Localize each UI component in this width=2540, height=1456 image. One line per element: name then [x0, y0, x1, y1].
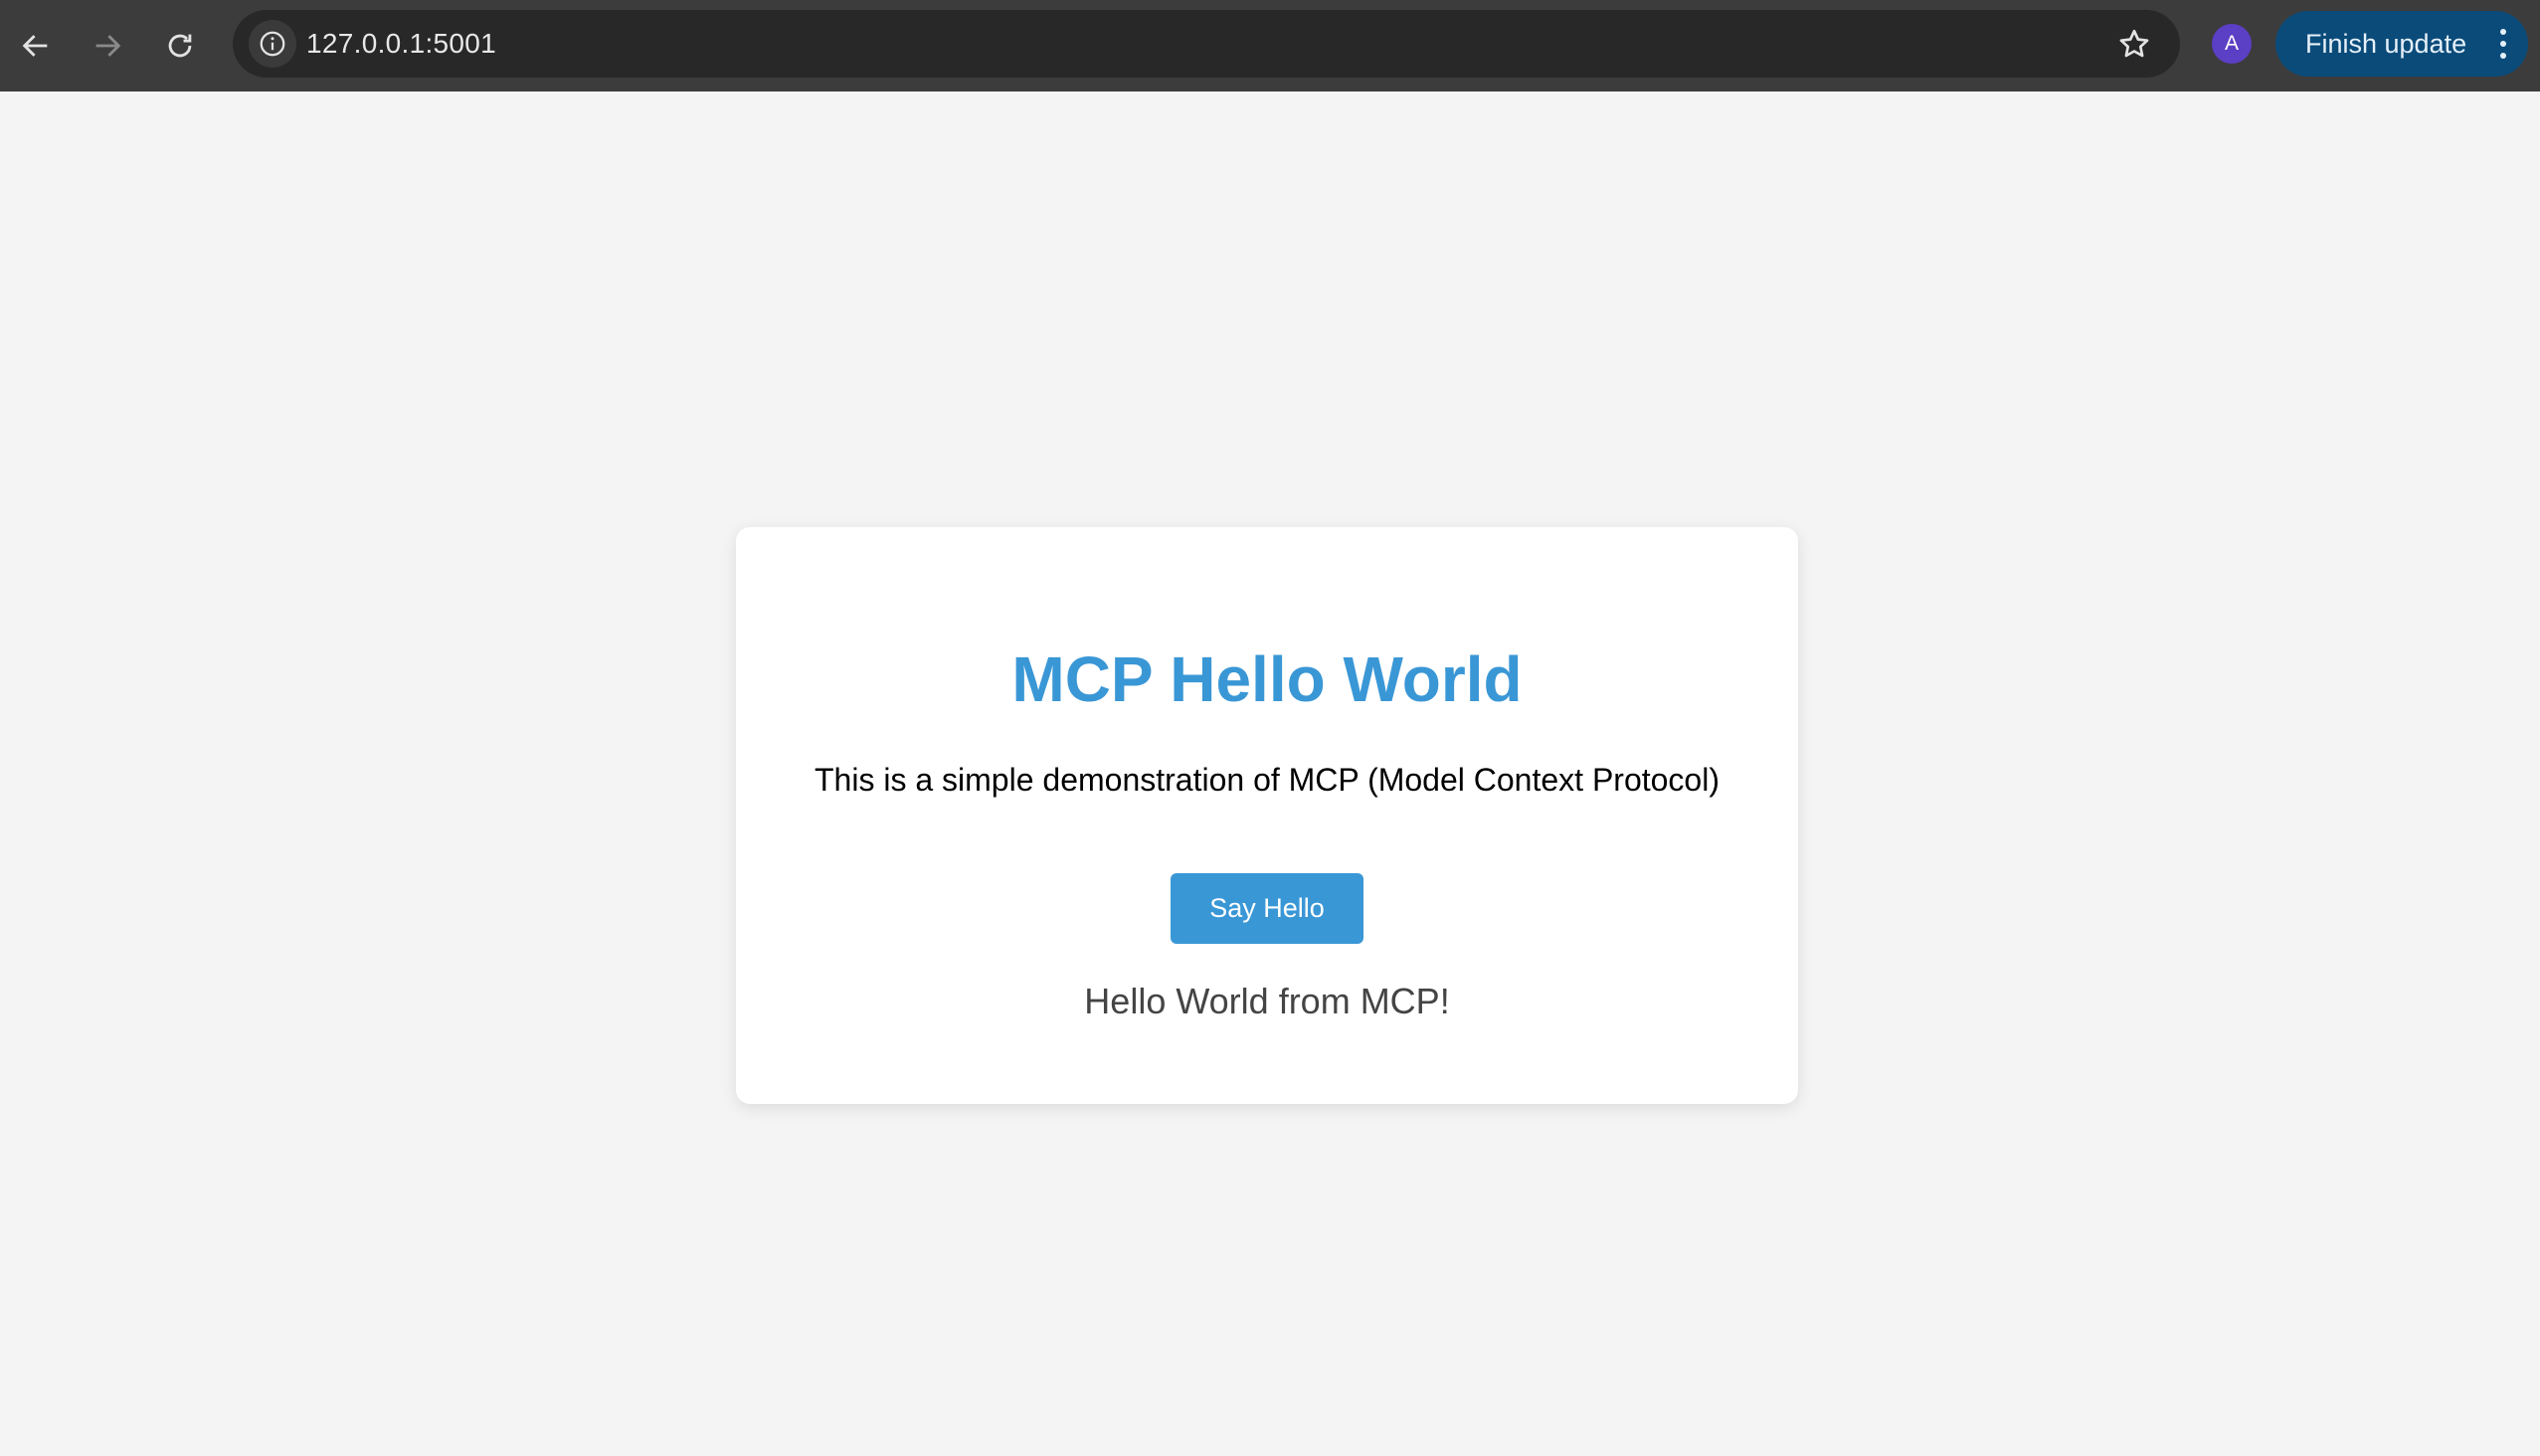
forward-arrow-icon: [95, 35, 121, 57]
finish-update-button[interactable]: Finish update: [2275, 11, 2528, 77]
url-text[interactable]: 127.0.0.1:5001: [306, 10, 496, 78]
site-info-button[interactable]: [249, 20, 296, 68]
profile-avatar[interactable]: A: [2212, 24, 2252, 64]
kebab-menu-icon[interactable]: [2498, 28, 2508, 60]
forward-button[interactable]: [76, 14, 139, 78]
reload-button[interactable]: [148, 14, 212, 78]
back-button[interactable]: [4, 14, 68, 78]
bookmark-button[interactable]: [2112, 22, 2156, 66]
hello-card: MCP Hello World This is a simple demonst…: [736, 527, 1798, 1104]
page-description: This is a simple demonstration of MCP (M…: [815, 762, 1720, 798]
reload-icon: [168, 34, 192, 58]
back-arrow-icon: [22, 35, 48, 57]
info-icon: [260, 31, 285, 57]
browser-toolbar: 127.0.0.1:5001 A Finish update: [0, 0, 2540, 91]
page-title: MCP Hello World: [1011, 643, 1523, 715]
finish-update-label: Finish update: [2305, 29, 2467, 59]
star-icon: [2119, 29, 2149, 58]
say-hello-button[interactable]: Say Hello: [1171, 873, 1363, 944]
address-bar[interactable]: 127.0.0.1:5001: [233, 10, 2180, 78]
result-message: Hello World from MCP!: [1084, 981, 1450, 1021]
